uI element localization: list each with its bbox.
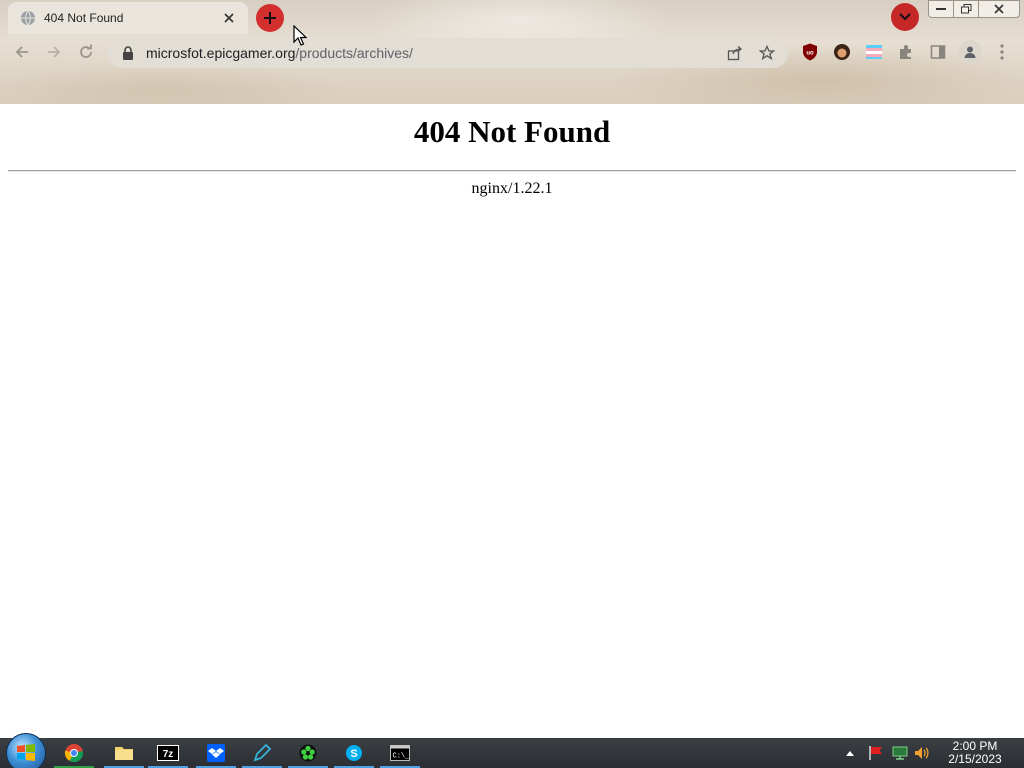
green-app-icon (299, 744, 317, 762)
side-panel-icon[interactable] (928, 42, 948, 62)
close-window-button[interactable] (978, 0, 1020, 18)
back-button[interactable] (10, 40, 34, 64)
forward-arrow-icon (48, 46, 61, 58)
ublock-extension-icon[interactable]: uo (800, 42, 820, 62)
back-arrow-icon (15, 46, 28, 58)
new-tab-button[interactable] (256, 4, 284, 32)
browser-tab[interactable]: 404 Not Found (8, 2, 248, 34)
svg-text:C:\_: C:\_ (393, 753, 411, 761)
show-hidden-icons-icon[interactable] (841, 744, 859, 762)
share-icon[interactable] (724, 42, 746, 64)
chrome-icon (64, 744, 84, 763)
minimize-icon (936, 8, 946, 10)
taskbar-7zip[interactable]: 7z (146, 738, 190, 768)
7zip-icon: 7z (157, 745, 179, 761)
taskbar-green-app[interactable] (286, 738, 330, 768)
restore-button[interactable] (953, 0, 979, 18)
svg-text:uo: uo (806, 51, 814, 57)
dropbox-icon (207, 744, 225, 762)
bookmark-star-icon[interactable] (756, 42, 778, 64)
server-signature: nginx/1.22.1 (471, 180, 553, 197)
restore-icon (960, 4, 971, 14)
action-center-flag-icon[interactable] (867, 744, 885, 762)
flag-extension-icon[interactable] (864, 42, 884, 62)
more-menu-icon[interactable] (992, 42, 1012, 62)
skype-icon: S (346, 745, 362, 761)
lock-icon (122, 46, 136, 60)
taskbar-dropbox[interactable] (194, 738, 238, 768)
tab-title: 404 Not Found (44, 11, 124, 25)
page-heading: 404 Not Found (413, 114, 611, 149)
forward-button[interactable] (42, 40, 66, 64)
extensions-puzzle-icon[interactable] (896, 42, 916, 62)
url-text: microsfot.epicgamer.org/products/archive… (146, 45, 714, 61)
close-icon (994, 4, 1004, 14)
mouse-pointer-icon (293, 25, 307, 46)
windows-logo-icon (17, 744, 35, 761)
avatar-extension-icon[interactable] (832, 42, 852, 62)
taskbar-file-explorer[interactable] (102, 738, 146, 768)
start-button[interactable] (6, 733, 46, 768)
network-icon[interactable] (891, 744, 909, 762)
globe-icon (20, 10, 36, 26)
clock-date: 2/15/2023 (948, 752, 1002, 766)
reload-icon (80, 44, 92, 58)
address-bar[interactable]: microsfot.epicgamer.org/products/archive… (108, 38, 788, 68)
minimize-button[interactable] (928, 0, 954, 18)
browser-chrome: 404 Not Found microsfot.epicgamer.org/pr… (0, 0, 1024, 104)
system-clock[interactable]: 2:00 PM 2/15/2023 (940, 740, 1010, 766)
url-host: microsfot.epicgamer.org (146, 45, 296, 61)
plus-icon (264, 12, 276, 24)
tab-search-button[interactable] (891, 3, 919, 31)
taskbar-skype[interactable]: S (332, 738, 376, 768)
file-explorer-icon (115, 747, 133, 760)
taskbar-pen-app[interactable] (240, 738, 284, 768)
taskbar-chrome[interactable] (52, 738, 96, 768)
reload-button[interactable] (74, 40, 98, 64)
svg-text:7z: 7z (163, 749, 174, 760)
web-page: 404 Not Found nginx/1.22.1 (0, 104, 1024, 738)
svg-text:S: S (350, 748, 357, 760)
tab-close-icon[interactable] (220, 9, 238, 27)
chevron-down-icon (899, 13, 911, 21)
taskbar-cmd[interactable]: C:\_ (378, 738, 422, 768)
pen-app-icon (253, 743, 272, 762)
url-path: /products/archives/ (295, 45, 413, 61)
volume-icon[interactable] (913, 744, 931, 762)
divider (8, 170, 1016, 172)
profile-avatar-icon[interactable] (958, 40, 982, 64)
cmd-icon: C:\_ (390, 745, 410, 761)
